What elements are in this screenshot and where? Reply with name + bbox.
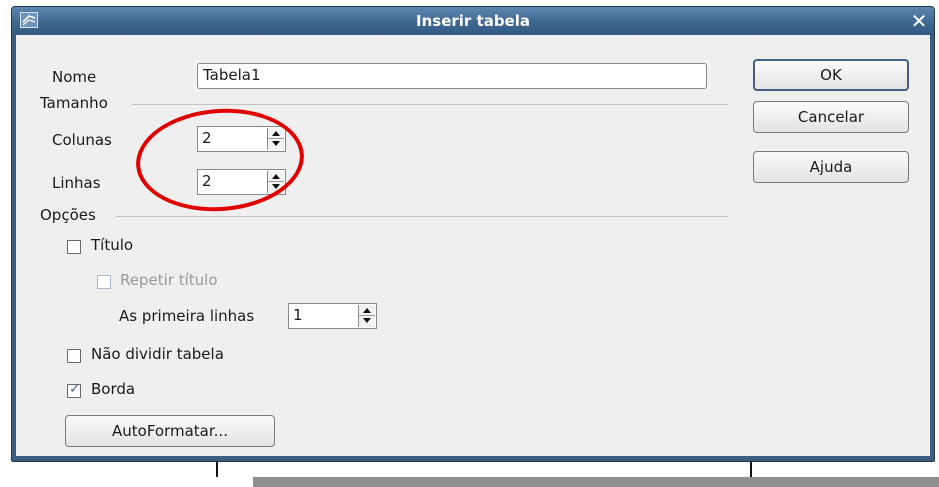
dialog-body: Nome Tabela1 Tamanho Colunas 2 Linhas 2 … bbox=[16, 35, 930, 456]
cancel-button[interactable]: Cancelar bbox=[753, 101, 909, 133]
rows-spin-arrows[interactable] bbox=[267, 171, 284, 193]
rows-spinbox[interactable]: 2 bbox=[197, 169, 286, 195]
dialog-title: Inserir tabela bbox=[416, 12, 530, 30]
name-input[interactable]: Tabela1 bbox=[197, 63, 707, 89]
size-section-divider bbox=[132, 104, 728, 105]
repeat-title-checkbox[interactable] bbox=[97, 275, 111, 289]
document-table-line bbox=[750, 462, 752, 477]
border-checkbox-label[interactable]: Borda bbox=[91, 380, 135, 398]
title-checkbox-label[interactable]: Título bbox=[91, 236, 133, 254]
spin-down-icon[interactable] bbox=[268, 182, 284, 193]
first-rows-spin-arrows[interactable] bbox=[358, 305, 375, 327]
options-section-divider bbox=[116, 216, 728, 217]
dont-split-label[interactable]: Não dividir tabela bbox=[91, 345, 224, 363]
options-section-heading: Opções bbox=[40, 206, 96, 224]
document-table-line bbox=[216, 462, 218, 477]
columns-spinbox[interactable]: 2 bbox=[197, 126, 286, 152]
title-bar[interactable]: Inserir tabela ✕ bbox=[12, 7, 934, 35]
autoformat-button[interactable]: AutoFormatar... bbox=[65, 415, 275, 447]
name-label: Nome bbox=[52, 68, 97, 86]
checkmark-icon: ✓ bbox=[69, 381, 81, 397]
spin-down-icon[interactable] bbox=[268, 139, 284, 150]
columns-value[interactable]: 2 bbox=[202, 129, 212, 147]
dont-split-checkbox[interactable] bbox=[67, 349, 81, 363]
insert-table-dialog: Inserir tabela ✕ Nome Tabela1 Tamanho Co… bbox=[11, 6, 935, 462]
columns-spin-arrows[interactable] bbox=[267, 128, 284, 150]
columns-label: Colunas bbox=[52, 131, 112, 149]
help-button[interactable]: Ajuda bbox=[753, 151, 909, 183]
repeat-title-label[interactable]: Repetir título bbox=[120, 271, 218, 289]
first-rows-spinbox[interactable]: 1 bbox=[288, 303, 377, 329]
size-section-heading: Tamanho bbox=[40, 94, 108, 112]
close-icon[interactable]: ✕ bbox=[909, 11, 929, 31]
spin-up-icon[interactable] bbox=[359, 305, 375, 316]
rows-label: Linhas bbox=[52, 174, 101, 192]
document-background bbox=[253, 477, 939, 487]
rows-value[interactable]: 2 bbox=[202, 172, 212, 190]
spin-down-icon[interactable] bbox=[359, 316, 375, 327]
ok-button[interactable]: OK bbox=[753, 59, 909, 91]
first-rows-label: As primeira linhas bbox=[119, 307, 255, 325]
spin-up-icon[interactable] bbox=[268, 171, 284, 182]
spin-up-icon[interactable] bbox=[268, 128, 284, 139]
border-checkbox[interactable]: ✓ bbox=[67, 381, 81, 398]
title-checkbox[interactable] bbox=[67, 240, 81, 254]
first-rows-value[interactable]: 1 bbox=[293, 306, 303, 324]
